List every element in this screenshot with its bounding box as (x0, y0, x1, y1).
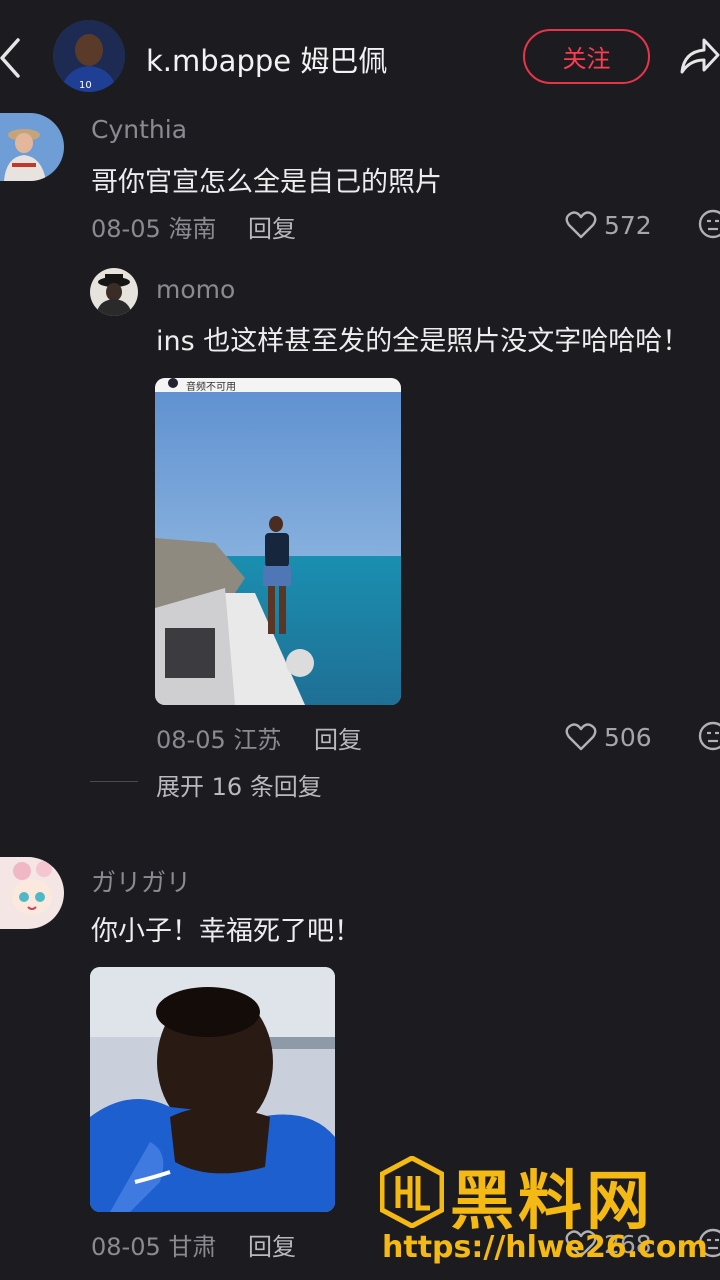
svg-text:10: 10 (79, 80, 92, 91)
comment-text[interactable]: 哥你官宣怎么全是自己的照片 (91, 160, 442, 199)
commenter-avatar[interactable] (0, 113, 64, 181)
replier-name[interactable]: momo (156, 275, 235, 304)
commenter-avatar[interactable] (0, 857, 64, 929)
comment-date: 08-05 (91, 215, 161, 243)
comment-location: 甘肃 (168, 1233, 217, 1261)
reply-text[interactable]: ins 也这样甚至发的全是照片没文字哈哈哈！ (156, 319, 689, 358)
watermark-logo-icon (380, 1156, 444, 1228)
comment-image[interactable] (90, 967, 335, 1212)
watermark-title: 黑料网 (450, 1165, 654, 1239)
comment-meta: 08-05 海南 (91, 209, 216, 244)
reply-location: 江苏 (233, 726, 282, 754)
expand-divider (90, 781, 138, 782)
author-name[interactable]: k.mbappe 姆巴佩 (146, 38, 387, 80)
expand-replies-button[interactable]: 展开 16 条回复 (156, 767, 322, 802)
comment-text[interactable]: 你小子！幸福死了吧！ (91, 909, 361, 948)
like-count: 506 (604, 723, 652, 752)
reply-button[interactable]: 回复 (248, 1227, 296, 1262)
heart-icon[interactable] (565, 722, 597, 752)
reply-button[interactable]: 回复 (248, 209, 296, 244)
commenter-name[interactable]: Cynthia (91, 115, 187, 144)
face-icon[interactable] (697, 208, 720, 240)
face-icon[interactable] (697, 720, 720, 752)
comment-date: 08-05 (91, 1233, 161, 1261)
top-bar: 10 k.mbappe 姆巴佩 关注 (0, 0, 720, 112)
reply-image[interactable] (155, 378, 401, 705)
author-avatar[interactable]: 10 (53, 20, 125, 92)
share-icon[interactable] (678, 34, 720, 78)
commenter-name[interactable]: ガリガリ (91, 863, 191, 899)
image-caption: 音频不可用 (186, 382, 236, 393)
watermark-url: https://hlwe26.com (382, 1230, 708, 1265)
like-count: 572 (604, 211, 652, 240)
comment-meta: 08-05 甘肃 (91, 1227, 216, 1262)
reply-meta: 08-05 江苏 (156, 720, 281, 755)
heart-icon[interactable] (565, 210, 597, 240)
follow-button[interactable]: 关注 (523, 29, 650, 84)
reply-date: 08-05 (156, 726, 226, 754)
back-icon[interactable] (0, 36, 20, 80)
comment-location: 海南 (168, 215, 217, 243)
replier-avatar[interactable] (90, 268, 138, 316)
reply-button[interactable]: 回复 (314, 720, 362, 755)
